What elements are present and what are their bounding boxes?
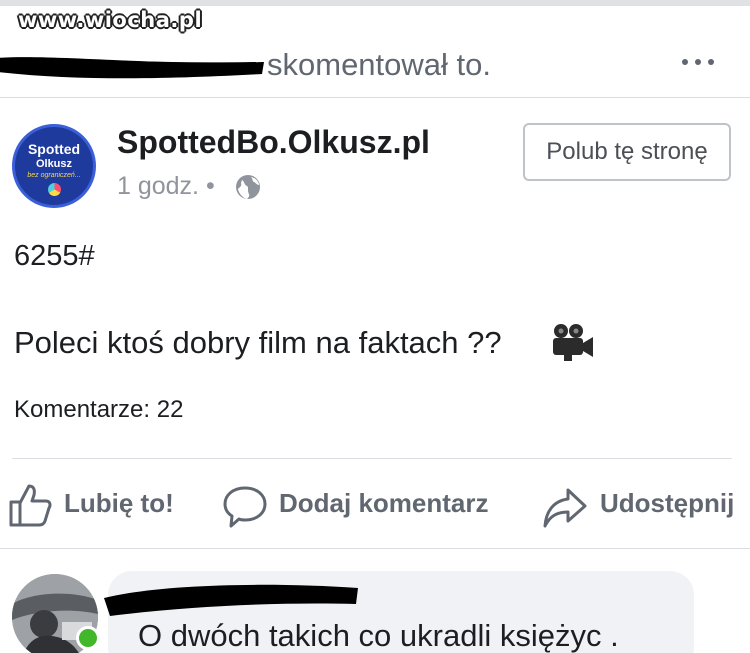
post-meta: 1 godz. •	[117, 172, 215, 201]
divider	[0, 548, 750, 549]
thumbs-up-icon	[9, 484, 52, 527]
divider	[0, 97, 750, 98]
comment-label: Dodaj komentarz	[279, 488, 489, 518]
avatar-line-1: Spotted	[27, 141, 81, 157]
online-status-dot	[76, 626, 100, 650]
comment-bubble-icon	[223, 486, 267, 528]
movie-camera-icon	[553, 324, 593, 361]
page-avatar[interactable]: Spotted Olkusz bez ograniczeń...	[12, 124, 96, 208]
globe-icon	[236, 175, 260, 199]
meta-separator: •	[205, 172, 215, 200]
avatar-line-2: Olkusz	[35, 158, 73, 170]
comment-text: O dwóch takich co ukradli księżyc .	[138, 618, 619, 653]
activity-text: skomentował to.	[267, 47, 491, 82]
facebook-post-screen: www.wiocha.pl skomentował to. Spotted Ol…	[0, 0, 750, 653]
share-arrow-icon	[543, 488, 587, 528]
redacted-commenter-name	[104, 584, 358, 616]
post-timestamp[interactable]: 1 godz.	[117, 172, 199, 200]
share-button[interactable]: Udostępnij	[542, 478, 742, 530]
like-label: Lubię to!	[64, 488, 174, 518]
redacted-name-scribble	[0, 57, 264, 79]
page-name-link[interactable]: SpottedBo.Olkusz.pl	[117, 124, 430, 161]
post-text: Poleci ktoś dobry film na faktach ??	[14, 325, 502, 360]
avatar-line-3: bez ograniczeń...	[27, 172, 81, 179]
comment-button[interactable]: Dodaj komentarz	[222, 478, 497, 530]
like-button[interactable]: Lubię to!	[8, 478, 178, 530]
more-horizontal-icon[interactable]	[676, 52, 720, 72]
share-label: Udostępnij	[600, 488, 735, 518]
comments-count-link[interactable]: Komentarze: 22	[14, 396, 183, 424]
avatar-logo-dot	[48, 183, 61, 196]
post-tag: 6255#	[14, 240, 95, 272]
like-page-button[interactable]: Polub tę stronę	[523, 123, 731, 181]
top-band	[0, 0, 750, 6]
divider	[12, 458, 732, 459]
watermark: www.wiocha.pl	[18, 8, 203, 32]
